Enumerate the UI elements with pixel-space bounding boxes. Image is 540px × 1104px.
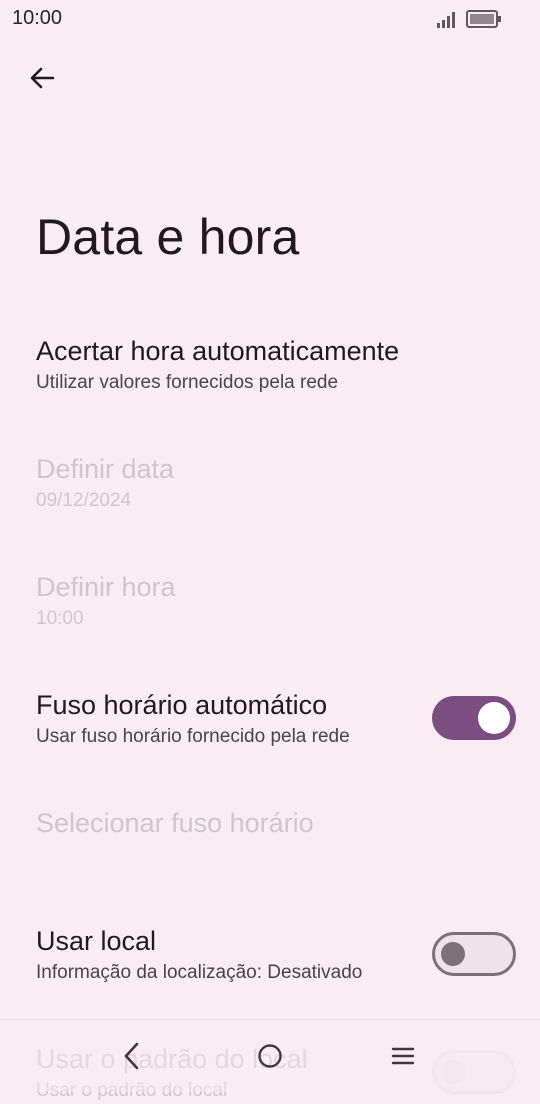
battery-icon: [466, 10, 501, 28]
setting-select-timezone[interactable]: Selecionar fuso horário: [36, 806, 516, 840]
status-time: 10:00: [12, 7, 63, 29]
circle-home-icon: [258, 1044, 282, 1068]
setting-auto-timezone[interactable]: Fuso horário automático Usar fuso horári…: [36, 688, 410, 750]
setting-auto-time[interactable]: Acertar hora automaticamente Utilizar va…: [36, 334, 516, 396]
setting-auto-timezone-title: Fuso horário automático: [36, 690, 328, 720]
setting-set-time-title: Definir hora: [36, 572, 176, 602]
setting-auto-time-title: Acertar hora automaticamente: [36, 336, 400, 366]
navigation-bar: [0, 1019, 540, 1092]
setting-set-time[interactable]: Definir hora 10:00: [36, 570, 516, 632]
setting-auto-timezone-summary: Usar fuso horário fornecido pela rede: [36, 726, 350, 747]
menu-icon: [391, 1047, 415, 1065]
setting-auto-time-summary: Utilizar valores fornecidos pela rede: [36, 372, 339, 393]
back-button[interactable]: [20, 56, 64, 100]
status-bar: 10:00: [0, 0, 540, 38]
nav-home-button[interactable]: [248, 1034, 292, 1078]
auto-timezone-toggle[interactable]: [432, 696, 516, 740]
setting-select-timezone-title: Selecionar fuso horário: [36, 808, 314, 838]
toggle-knob: [478, 702, 510, 734]
chevron-left-icon: [124, 1042, 139, 1070]
page-title: Data e hora: [36, 209, 300, 265]
setting-use-locale-title: Usar local: [36, 926, 157, 956]
arrow-left-icon: [30, 67, 55, 89]
setting-set-time-summary: 10:00: [36, 608, 84, 629]
toggle-knob: [441, 942, 465, 966]
setting-set-date[interactable]: Definir data 09/12/2024: [36, 452, 516, 514]
status-icons: [436, 9, 502, 29]
nav-recents-button[interactable]: [381, 1034, 425, 1078]
nav-back-button[interactable]: [110, 1034, 154, 1078]
setting-set-date-summary: 09/12/2024: [36, 490, 132, 511]
setting-use-locale-summary: Informação da localização: Desativado: [36, 962, 363, 983]
setting-use-locale[interactable]: Usar local Informação da localização: De…: [36, 924, 410, 986]
signal-icon: [437, 12, 455, 28]
setting-set-date-title: Definir data: [36, 454, 175, 484]
use-locale-toggle[interactable]: [432, 932, 516, 976]
